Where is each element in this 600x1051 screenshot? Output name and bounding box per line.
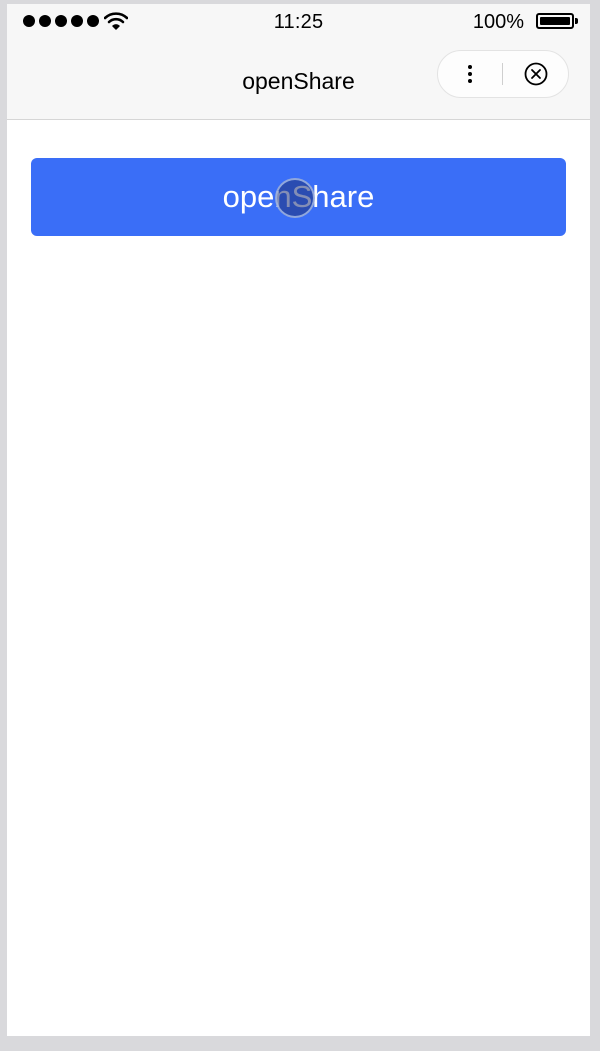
more-dots-icon[interactable] <box>458 51 482 97</box>
capsule-divider <box>502 63 503 85</box>
open-share-button[interactable]: openShare <box>31 158 566 236</box>
close-circle-icon[interactable] <box>524 62 548 86</box>
page-content: openShare <box>7 120 590 1036</box>
battery-icon <box>536 13 578 29</box>
menu-capsule <box>437 50 569 98</box>
status-bar: 11:25 100% <box>7 4 590 40</box>
navigation-bar: openShare <box>7 40 590 120</box>
battery-percent: 100% <box>472 11 524 33</box>
phone-screen: 11:25 100% openShare openShare <box>7 4 590 1036</box>
